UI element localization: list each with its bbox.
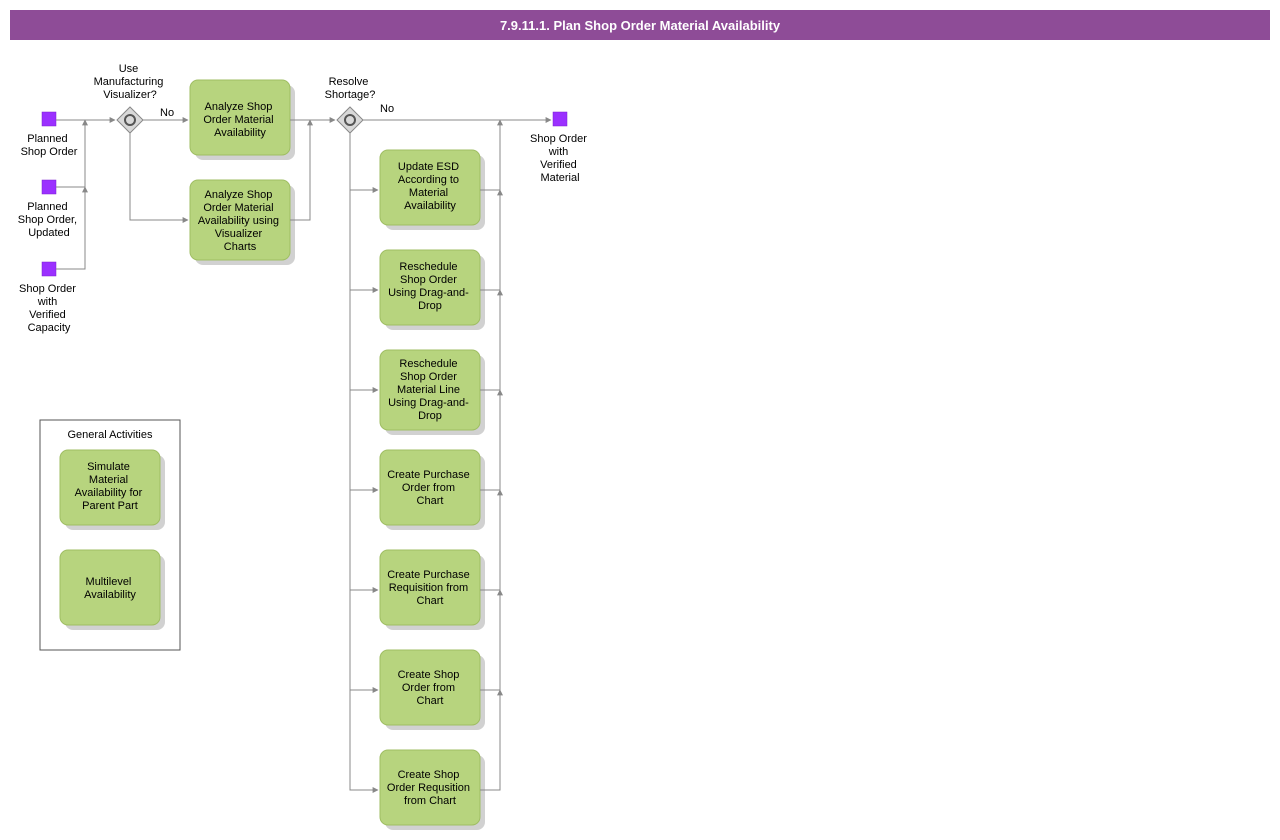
activity-label: Multilevel Availability — [84, 576, 136, 601]
event-shop-order-verified-capacity[interactable] — [42, 262, 56, 276]
event-label: Shop Order with Verified Material — [530, 133, 590, 184]
decision-use-visualizer[interactable] — [117, 107, 143, 133]
event-shop-order-verified-material[interactable] — [553, 112, 567, 126]
event-planned-shop-order-updated[interactable] — [42, 180, 56, 194]
group-title: General Activities — [68, 429, 153, 441]
decision-no-label: No — [160, 107, 174, 119]
event-label: Planned Shop Order — [21, 133, 78, 158]
diagram-canvas: Planned Shop Order Planned Shop Order, U… — [0, 0, 1280, 840]
event-label: Shop Order with Verified Capacity — [19, 283, 79, 334]
decision-label: Resolve Shortage? — [325, 76, 376, 101]
decision-resolve-shortage[interactable] — [337, 107, 363, 133]
decision-no-label: No — [380, 103, 394, 115]
decision-label: Use Manufacturing Visualizer? — [94, 63, 167, 101]
activity-label: Analyze Shop Order Material Availability — [203, 101, 276, 139]
event-label: Planned Shop Order, Updated — [18, 201, 80, 239]
event-planned-shop-order[interactable] — [42, 112, 56, 126]
